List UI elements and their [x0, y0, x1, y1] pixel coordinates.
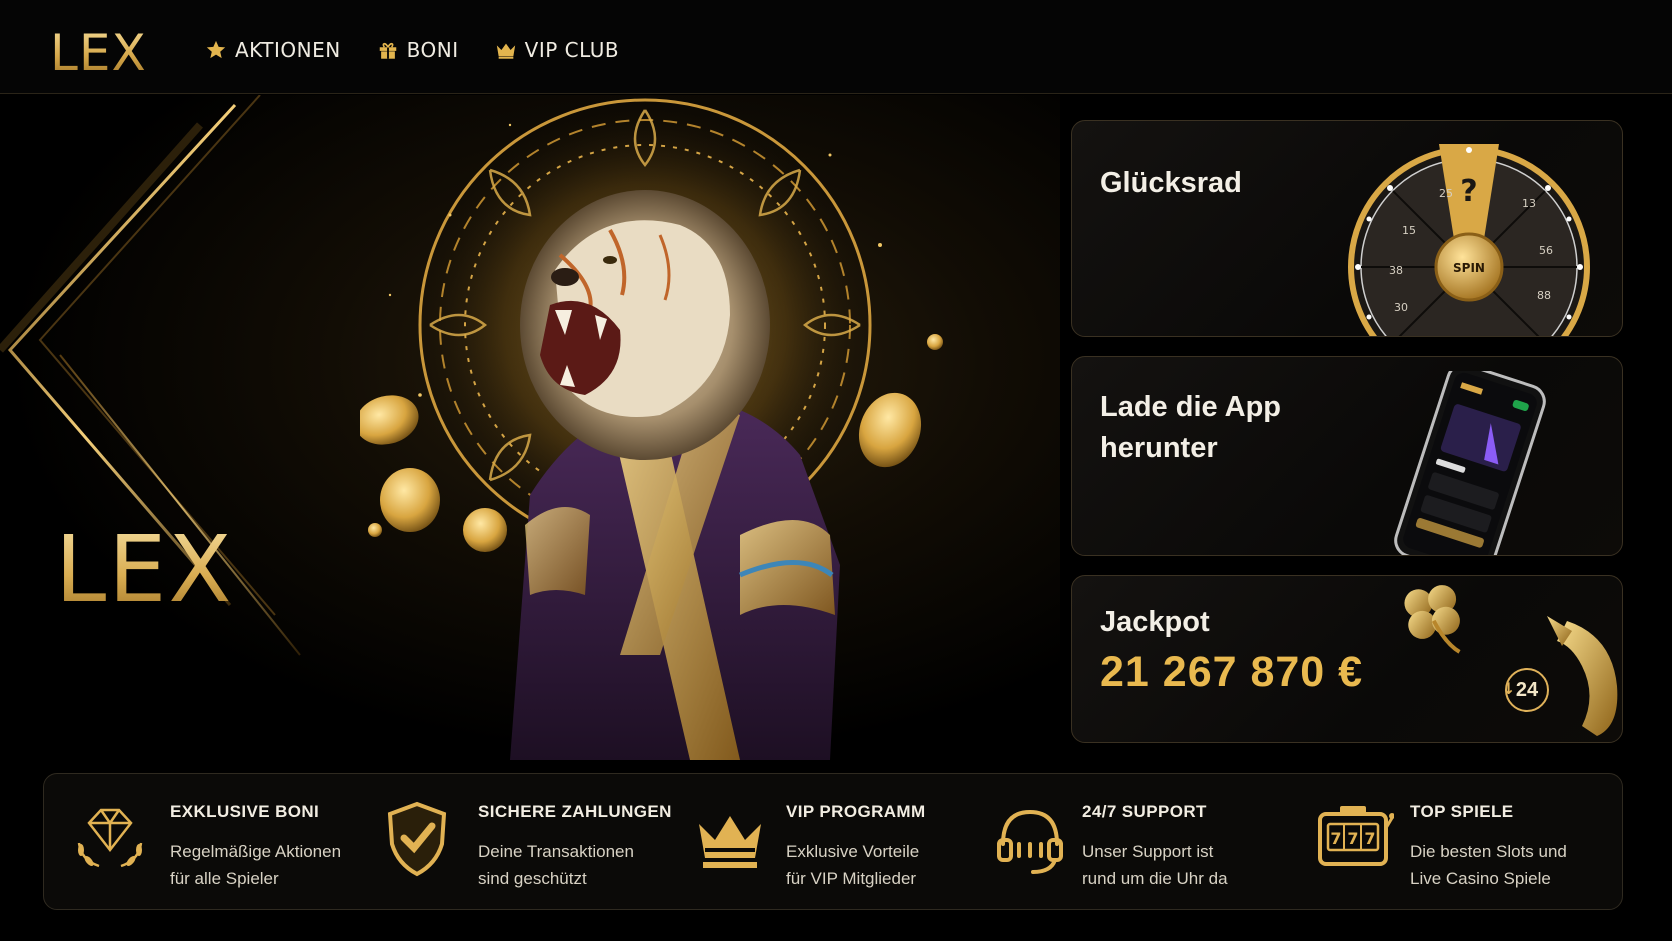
jackpot-amount: 21 267 870 € — [1100, 648, 1364, 696]
feature-item-secure-payments: SICHERE ZAHLUNGEN Deine Transaktionen si… — [354, 774, 671, 911]
card-title: Glücksrad — [1100, 167, 1242, 199]
feature-description-line: sind geschützt — [478, 869, 587, 888]
wheel-number: 30 — [1394, 301, 1408, 314]
hero-banner[interactable]: LEX — [0, 95, 1060, 760]
feature-description-line: Die besten Slots und — [1410, 842, 1567, 861]
card-title-line2: herunter — [1100, 432, 1218, 464]
fortune-wheel-graphic: ? 25 15 13 38 56 30 88 SPIN — [1348, 144, 1590, 336]
clover-and-horseshoe-decoration — [1404, 585, 1618, 736]
feature-description: Die besten Slots und Live Casino Spiele — [1410, 838, 1620, 892]
site-logo[interactable]: LEX — [50, 24, 147, 82]
slot-machine-icon: 7 7 7 — [1318, 806, 1394, 866]
feature-title: SICHERE ZAHLUNGEN — [478, 802, 672, 821]
nav-item-boni[interactable]: BONI — [377, 38, 459, 62]
nav-item-vip-club[interactable]: VIP CLUB — [495, 38, 619, 62]
svg-text:7: 7 — [1364, 829, 1375, 848]
feature-description: Exklusive Vorteile für VIP Mitglieder — [786, 838, 976, 892]
download-app-card[interactable]: Lade die App herunter — [1071, 356, 1623, 556]
nav-label: BONI — [406, 38, 459, 62]
wheel-number: 38 — [1389, 264, 1403, 277]
feature-description-line: Live Casino Spiele — [1410, 869, 1551, 888]
main-nav: AKTIONEN BONI VIP CLUB — [205, 38, 619, 62]
card-title-line1: Lade die App — [1100, 391, 1281, 423]
crown-icon — [496, 43, 515, 59]
feature-description-line: für VIP Mitglieder — [786, 869, 917, 888]
lion-king-illustration — [360, 95, 943, 760]
feature-description-line: für alle Spieler — [170, 869, 279, 888]
feature-description: Deine Transaktionen sind geschützt — [478, 838, 668, 892]
headset-icon — [997, 809, 1063, 874]
nav-label: VIP CLUB — [524, 38, 620, 62]
feature-title: TOP SPIELE — [1410, 802, 1514, 821]
feature-description-line: Exklusive Vorteile — [786, 842, 920, 861]
feature-description-line: rund um die Uhr da — [1082, 869, 1228, 888]
feature-description: Unser Support ist rund um die Uhr da — [1082, 838, 1272, 892]
wheel-number: 88 — [1537, 289, 1551, 302]
wheel-number: 25 — [1439, 187, 1453, 200]
wheel-number: ? — [1460, 174, 1477, 209]
spin-button-label[interactable]: SPIN — [1453, 261, 1485, 275]
feature-title: 24/7 SUPPORT — [1082, 802, 1207, 821]
nav-label: AKTIONEN — [235, 38, 341, 62]
feature-item-support: 24/7 SUPPORT Unser Support ist rund um d… — [964, 774, 1284, 911]
feature-description-line: Unser Support ist — [1082, 842, 1214, 861]
crown-icon — [699, 816, 761, 868]
svg-text:7: 7 — [1347, 829, 1358, 848]
feature-item-vip-program: VIP PROGRAMM Exklusive Vorteile für VIP … — [664, 774, 964, 911]
svg-text:7: 7 — [1330, 829, 1341, 848]
hero-logo: LEX — [55, 516, 234, 623]
card-title: Jackpot — [1100, 606, 1210, 638]
features-bar: EXKLUSIVE BONI Regelmäßige Aktionen für … — [43, 773, 1623, 910]
nav-item-aktionen[interactable]: AKTIONEN — [205, 38, 341, 62]
wheel-of-fortune-card[interactable]: Glücksrad ? 25 15 13 38 56 30 88 SPIN — [1071, 120, 1623, 337]
feature-description-line: Deine Transaktionen — [478, 842, 634, 861]
diamond-icon — [77, 808, 143, 868]
hero-chevron-lines — [0, 95, 301, 656]
wheel-number: 13 — [1522, 197, 1536, 210]
feature-description: Regelmäßige Aktionen für alle Spieler — [170, 838, 360, 892]
gift-icon — [379, 42, 396, 59]
wheel-number: 56 — [1539, 244, 1553, 257]
feature-item-top-games: 7 7 7 TOP SPIELE Die besten Slots und Li… — [1284, 774, 1624, 911]
wheel-number: 15 — [1402, 224, 1416, 237]
smartphone-icon — [1394, 371, 1546, 555]
star-icon — [206, 40, 226, 59]
arrow-down-icon: ↓ — [1502, 679, 1516, 698]
shield-icon — [387, 801, 447, 877]
jackpot-card[interactable]: Jackpot 21 267 870 € 24 ↓ — [1071, 575, 1623, 743]
feature-title: EXKLUSIVE BONI — [170, 802, 320, 821]
feature-item-exclusive-bonus: EXKLUSIVE BONI Regelmäßige Aktionen für … — [44, 774, 354, 911]
badge-number: 24 — [1515, 678, 1539, 701]
top-header: LEX AKTIONEN BONI VIP CLUB — [0, 0, 1672, 94]
feature-title: VIP PROGRAMM — [786, 802, 926, 821]
feature-description-line: Regelmäßige Aktionen — [170, 842, 342, 861]
